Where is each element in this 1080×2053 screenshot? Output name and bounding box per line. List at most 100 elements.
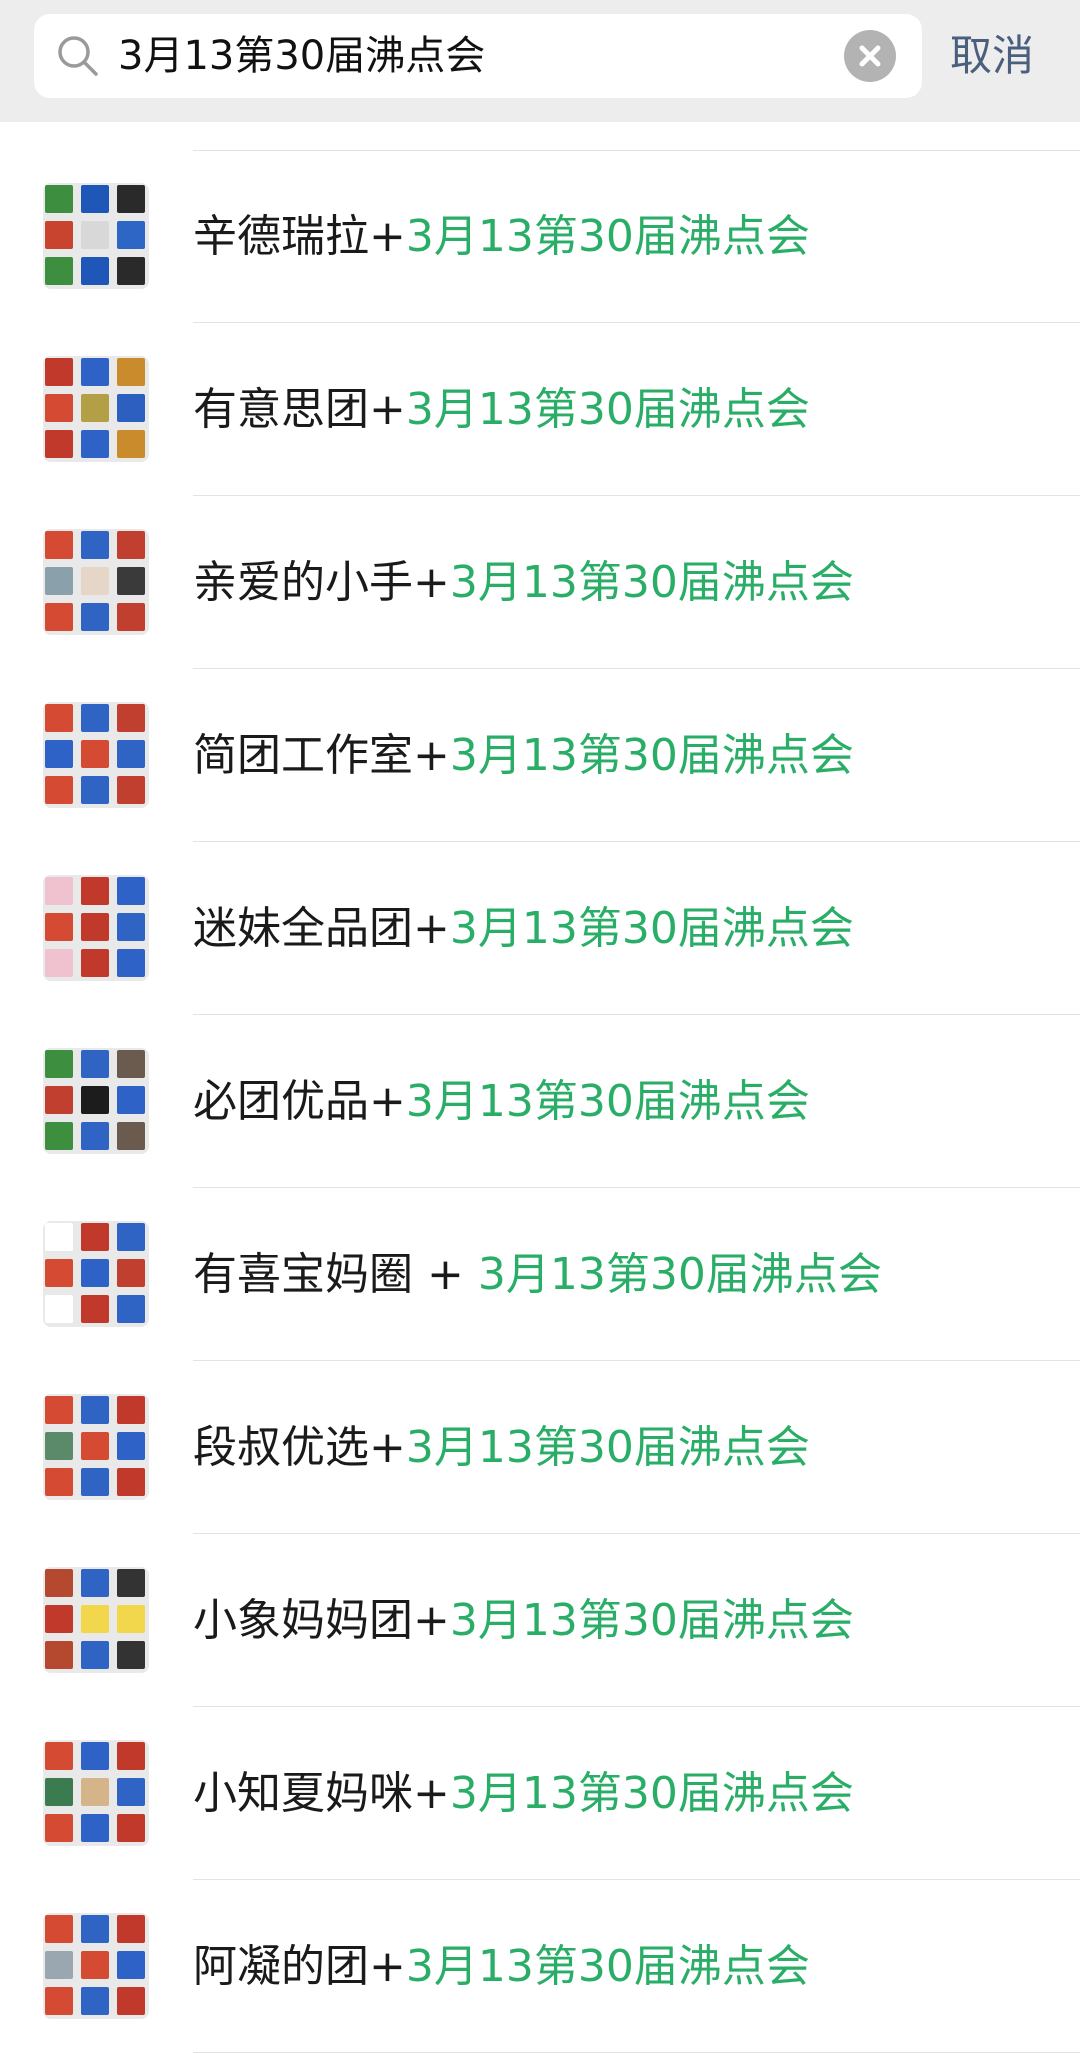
separator: +: [369, 211, 406, 262]
avatar-tile: [117, 257, 145, 285]
search-input[interactable]: [118, 14, 838, 98]
avatar-tile: [45, 913, 73, 941]
avatar-tile: [45, 1295, 73, 1323]
list-item[interactable]: 有意思团+3月13第30届沸点会: [0, 323, 1080, 496]
avatar-tile: [117, 394, 145, 422]
avatar-tile: [81, 1122, 109, 1150]
separator: +: [413, 1768, 450, 1819]
keyword-highlight: 3月13第30届沸点会: [449, 730, 854, 781]
avatar-tile: [81, 1778, 109, 1806]
avatar-tile: [117, 430, 145, 458]
avatar-tile: [117, 1468, 145, 1496]
separator: +: [369, 384, 406, 435]
avatar-tile: [117, 1915, 145, 1943]
avatar-tile: [45, 567, 73, 595]
avatar-tile: [117, 1295, 145, 1323]
keyword-highlight: 3月13第30届沸点会: [477, 1249, 882, 1300]
avatar-tile: [81, 1569, 109, 1597]
search-icon: [58, 36, 98, 76]
avatar-tile: [45, 949, 73, 977]
avatar-tile: [117, 776, 145, 804]
group-name: 有喜宝妈圈: [193, 1249, 413, 1300]
avatar-tile: [45, 185, 73, 213]
avatar-tile: [117, 1742, 145, 1770]
avatar-tile: [45, 394, 73, 422]
list-item[interactable]: 迷妹全品团+3月13第30届沸点会: [0, 842, 1080, 1015]
separator: +: [413, 903, 450, 954]
avatar-tile: [45, 1050, 73, 1078]
separator: +: [413, 557, 450, 608]
avatar-tile: [81, 1050, 109, 1078]
avatar-tile: [45, 430, 73, 458]
avatar-tile: [45, 877, 73, 905]
close-icon: [859, 45, 881, 67]
avatar-tile: [117, 567, 145, 595]
result-title: 亲爱的小手+3月13第30届沸点会: [193, 496, 854, 669]
avatar-tile: [81, 221, 109, 249]
group-avatar: [43, 1394, 149, 1500]
separator: +: [413, 1595, 450, 1646]
list-item[interactable]: 必团优品+3月13第30届沸点会: [0, 1015, 1080, 1188]
avatar-tile: [45, 1641, 73, 1669]
avatar-tile: [81, 257, 109, 285]
list-item[interactable]: 段叔优选+3月13第30届沸点会: [0, 1361, 1080, 1534]
avatar-tile: [45, 740, 73, 768]
avatar-tile: [45, 531, 73, 559]
avatar-tile: [117, 1778, 145, 1806]
group-name: 段叔优选: [193, 1422, 369, 1473]
avatar-tile: [117, 1050, 145, 1078]
group-name: 简团工作室: [193, 730, 413, 781]
avatar-tile: [117, 1987, 145, 2015]
avatar-tile: [117, 1122, 145, 1150]
avatar-tile: [81, 1915, 109, 1943]
list-item[interactable]: 辛德瑞拉+3月13第30届沸点会: [0, 150, 1080, 323]
group-name: 亲爱的小手: [193, 557, 413, 608]
cancel-button[interactable]: 取消: [950, 20, 1034, 92]
keyword-highlight: 3月13第30届沸点会: [449, 903, 854, 954]
avatar-tile: [45, 1915, 73, 1943]
list-item[interactable]: 阿凝的团+3月13第30届沸点会: [0, 1880, 1080, 2053]
list-item[interactable]: 简团工作室+3月13第30届沸点会: [0, 669, 1080, 842]
keyword-highlight: 3月13第30届沸点会: [449, 557, 854, 608]
group-name: 必团优品: [193, 1076, 369, 1127]
avatar-tile: [117, 1605, 145, 1633]
avatar-tile: [45, 1814, 73, 1842]
list-item[interactable]: 有喜宝妈圈 + 3月13第30届沸点会: [0, 1188, 1080, 1361]
avatar-tile: [117, 913, 145, 941]
avatar-tile: [81, 949, 109, 977]
avatar-tile: [81, 394, 109, 422]
list-item[interactable]: 小知夏妈咪+3月13第30届沸点会: [0, 1707, 1080, 1880]
avatar-tile: [117, 1641, 145, 1669]
search-box[interactable]: [34, 14, 922, 98]
avatar-tile: [81, 603, 109, 631]
result-title: 有喜宝妈圈 + 3月13第30届沸点会: [193, 1188, 882, 1361]
avatar-tile: [117, 603, 145, 631]
avatar-tile: [81, 1468, 109, 1496]
clear-search-button[interactable]: [844, 30, 896, 82]
result-title: 必团优品+3月13第30届沸点会: [193, 1015, 810, 1188]
group-name: 阿凝的团: [193, 1941, 369, 1992]
keyword-highlight: 3月13第30届沸点会: [405, 211, 810, 262]
group-name: 辛德瑞拉: [193, 211, 369, 262]
avatar-tile: [45, 358, 73, 386]
avatar-tile: [81, 185, 109, 213]
avatar-tile: [45, 1987, 73, 2015]
result-title: 段叔优选+3月13第30届沸点会: [193, 1361, 810, 1534]
avatar-tile: [45, 1122, 73, 1150]
avatar-tile: [45, 603, 73, 631]
search-result-list: 辛德瑞拉+3月13第30届沸点会 有意思团+3月13第30届沸点会 亲爱的小手+3月…: [0, 150, 1080, 2053]
group-name: 迷妹全品团: [193, 903, 413, 954]
avatar-tile: [45, 704, 73, 732]
avatar-tile: [117, 1223, 145, 1251]
avatar-tile: [117, 949, 145, 977]
list-item[interactable]: 小象妈妈团+3月13第30届沸点会: [0, 1534, 1080, 1707]
avatar-tile: [81, 1605, 109, 1633]
avatar-tile: [81, 567, 109, 595]
avatar-tile: [81, 1951, 109, 1979]
avatar-tile: [81, 1987, 109, 2015]
group-avatar: [43, 1221, 149, 1327]
group-name: 有意思团: [193, 384, 369, 435]
avatar-tile: [117, 740, 145, 768]
list-item[interactable]: 亲爱的小手+3月13第30届沸点会: [0, 496, 1080, 669]
avatar-tile: [117, 358, 145, 386]
